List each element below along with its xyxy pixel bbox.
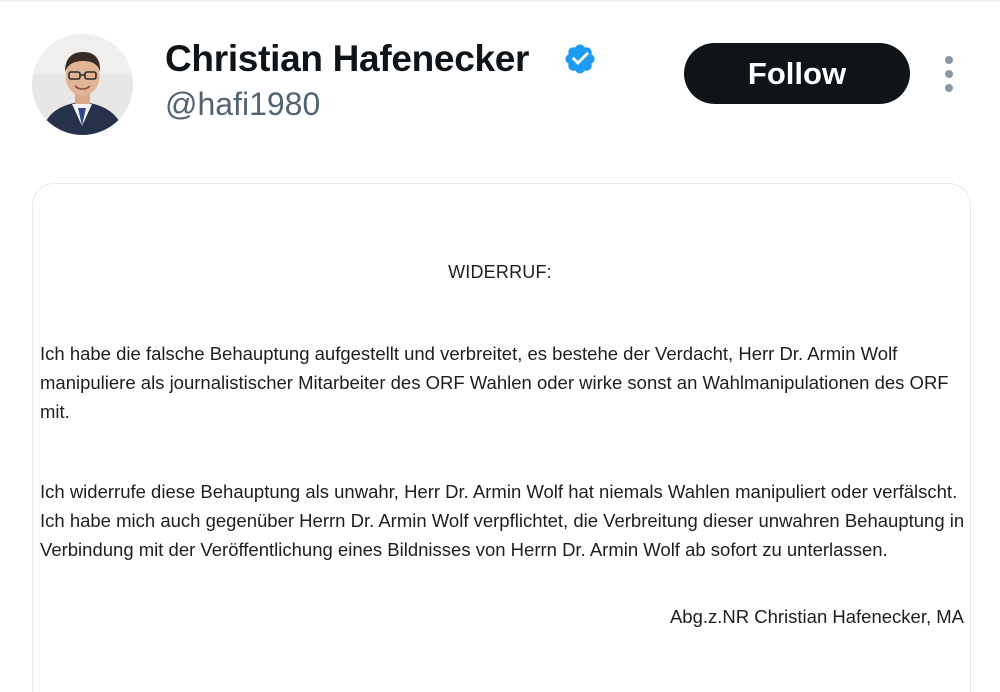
verified-badge-icon xyxy=(565,44,595,74)
user-handle[interactable]: @hafi1980 xyxy=(165,86,320,123)
vertical-ellipsis-icon[interactable] xyxy=(936,52,964,96)
avatar[interactable] xyxy=(32,34,133,135)
document-title: WIDERRUF: xyxy=(448,262,552,282)
document-paragraph-1: Ich habe die falsche Behauptung aufgeste… xyxy=(40,343,949,422)
ellipsis-dot xyxy=(945,56,953,64)
avatar-portrait-image xyxy=(32,34,133,135)
ellipsis-dot xyxy=(945,70,953,78)
ellipsis-dot xyxy=(945,84,953,92)
document-paragraph-2: Ich widerrufe diese Behauptung als unwah… xyxy=(40,481,965,560)
document-signature: Abg.z.NR Christian Hafenecker, MA xyxy=(669,606,964,627)
display-name[interactable]: Christian Hafenecker xyxy=(165,38,529,80)
top-divider xyxy=(0,0,1000,2)
follow-button[interactable]: Follow xyxy=(684,43,910,104)
